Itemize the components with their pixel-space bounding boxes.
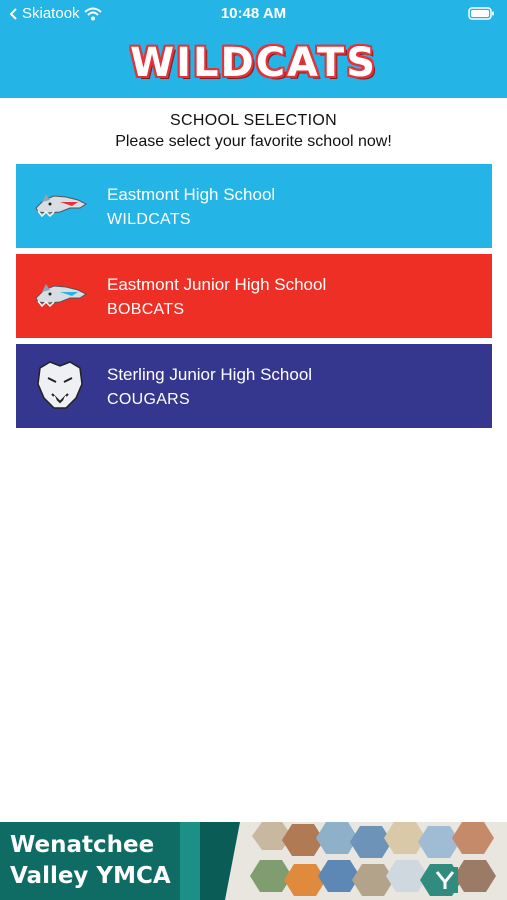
battery-icon — [468, 7, 494, 20]
status-bar: Skiatook 10:48 AM — [0, 0, 507, 28]
school-mascot: WILDCATS — [107, 211, 191, 228]
school-card-sterling-junior-high[interactable]: Sterling Junior High School COUGARS — [16, 344, 492, 428]
selection-title: SCHOOL SELECTION — [170, 112, 337, 129]
status-time: 10:48 AM — [220, 5, 287, 22]
bobcat-logo-icon — [35, 284, 87, 308]
school-mascot: COUGARS — [107, 391, 190, 408]
school-name: Eastmont Junior High School — [107, 275, 327, 294]
school-mascot: BOBCATS — [107, 301, 185, 318]
ad-banner[interactable]: Wenatchee Valley YMCA — [0, 822, 507, 900]
school-name: Sterling Junior High School — [107, 365, 313, 384]
ymca-logo-icon — [432, 867, 458, 893]
ad-text: Wenatchee Valley YMCA — [10, 830, 171, 892]
app-header: Skiatook 10:48 AM WILDCATS — [0, 0, 507, 98]
school-card-eastmont-high[interactable]: Eastmont High School WILDCATS — [16, 164, 492, 248]
wildcat-logo-icon — [35, 194, 87, 218]
ad-line-1: Wenatchee — [10, 832, 155, 858]
cougar-logo-icon — [37, 361, 83, 409]
ad-line-2: Valley YMCA — [10, 863, 171, 889]
selection-subtitle: Please select your favorite school now! — [115, 133, 392, 150]
school-name: Eastmont High School — [107, 185, 276, 204]
school-card-eastmont-junior-high[interactable]: Eastmont Junior High School BOBCATS — [16, 254, 492, 338]
brand-logo: WILDCATS — [130, 40, 377, 86]
